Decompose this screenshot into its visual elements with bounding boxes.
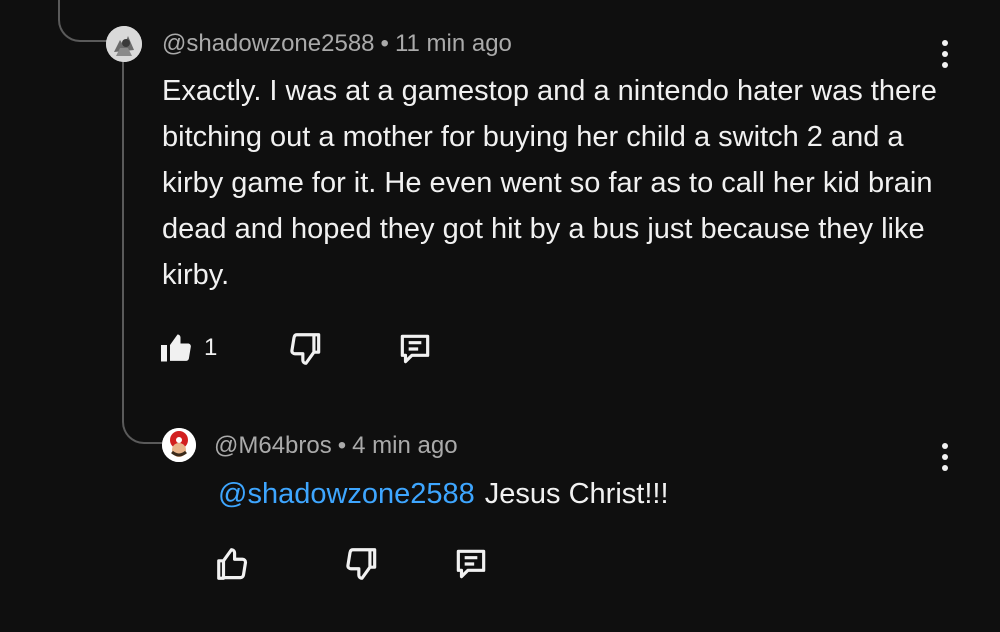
reply-comment-icon	[456, 549, 486, 579]
comment-time[interactable]: 11 min ago	[395, 30, 512, 57]
thumbs-down-icon	[346, 548, 377, 580]
meta-separator: •	[380, 30, 389, 57]
thumbs-up-outline-icon	[217, 548, 248, 580]
reply-author[interactable]: @M64bros	[214, 432, 332, 459]
like-button[interactable]	[214, 545, 252, 583]
avatar[interactable]	[162, 428, 196, 462]
reply-comment-icon	[400, 334, 430, 364]
thread-connector-top	[58, 0, 108, 42]
thumbs-up-filled-icon	[161, 334, 191, 362]
reply-meta: @M64bros • 4 min ago	[214, 432, 458, 460]
reply-button[interactable]	[396, 330, 434, 368]
thread-connector-reply	[122, 62, 162, 444]
thumbs-down-icon	[290, 333, 321, 365]
reply-body: Jesus Christ!!!	[484, 478, 669, 510]
like-count: 1	[204, 334, 218, 361]
reply-text: @shadowzone2588 Jesus Christ!!!	[218, 474, 669, 514]
more-vert-icon[interactable]	[940, 40, 950, 68]
reply-button[interactable]	[452, 545, 490, 583]
avatar[interactable]	[106, 26, 142, 62]
more-vert-icon[interactable]	[940, 443, 950, 471]
comment-meta: @shadowzone2588 • 11 min ago	[162, 30, 512, 58]
reply-time[interactable]: 4 min ago	[352, 432, 457, 459]
comment-author[interactable]: @shadowzone2588	[162, 30, 375, 57]
like-button[interactable]: 1	[158, 330, 217, 366]
dislike-button[interactable]	[286, 330, 326, 368]
comment-text: Exactly. I was at a gamestop and a ninte…	[162, 75, 937, 291]
mention-link[interactable]: @shadowzone2588	[218, 478, 475, 510]
dislike-button[interactable]	[342, 545, 382, 583]
meta-separator: •	[337, 432, 347, 459]
